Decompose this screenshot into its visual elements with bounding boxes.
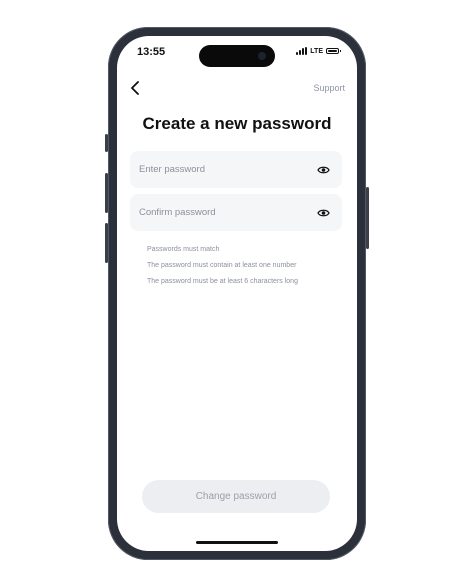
password-input[interactable]: [139, 164, 316, 175]
confirm-password-field: [130, 194, 342, 231]
status-indicators: LTE: [296, 47, 341, 55]
show-confirm-password-button[interactable]: [316, 208, 330, 218]
side-button-volume-down: [105, 223, 108, 263]
signal-icon: [296, 47, 308, 55]
status-time: 13:55: [137, 46, 166, 58]
side-button-volume-up: [105, 173, 108, 213]
password-rules: Passwords must match The password must c…: [147, 245, 298, 293]
show-password-button[interactable]: [316, 165, 330, 175]
dynamic-island: [199, 45, 275, 67]
chevron-left-icon: [131, 81, 139, 95]
battery-icon: [326, 48, 341, 54]
network-label: LTE: [310, 47, 323, 55]
change-password-button[interactable]: Change password: [142, 480, 330, 513]
home-indicator[interactable]: [196, 541, 278, 544]
battery-level: [328, 50, 337, 52]
support-link[interactable]: Support: [313, 83, 345, 93]
camera-icon: [258, 52, 266, 60]
side-button-action: [105, 134, 108, 152]
page-title: Create a new password: [142, 114, 332, 133]
back-button[interactable]: [127, 80, 143, 96]
rule-length: The password must be at least 6 characte…: [147, 278, 298, 285]
confirm-password-input[interactable]: [139, 207, 316, 218]
rule-match: Passwords must match: [147, 246, 220, 253]
phone-screen: 13:55 LTE Support Create a new password: [117, 36, 357, 551]
rule-number: The password must contain at least one n…: [147, 262, 297, 269]
phone-frame: 13:55 LTE Support Create a new password: [105, 27, 369, 560]
eye-icon: [316, 209, 330, 216]
eye-icon: [316, 166, 330, 173]
side-button-power: [366, 187, 369, 249]
password-field: [130, 151, 342, 188]
